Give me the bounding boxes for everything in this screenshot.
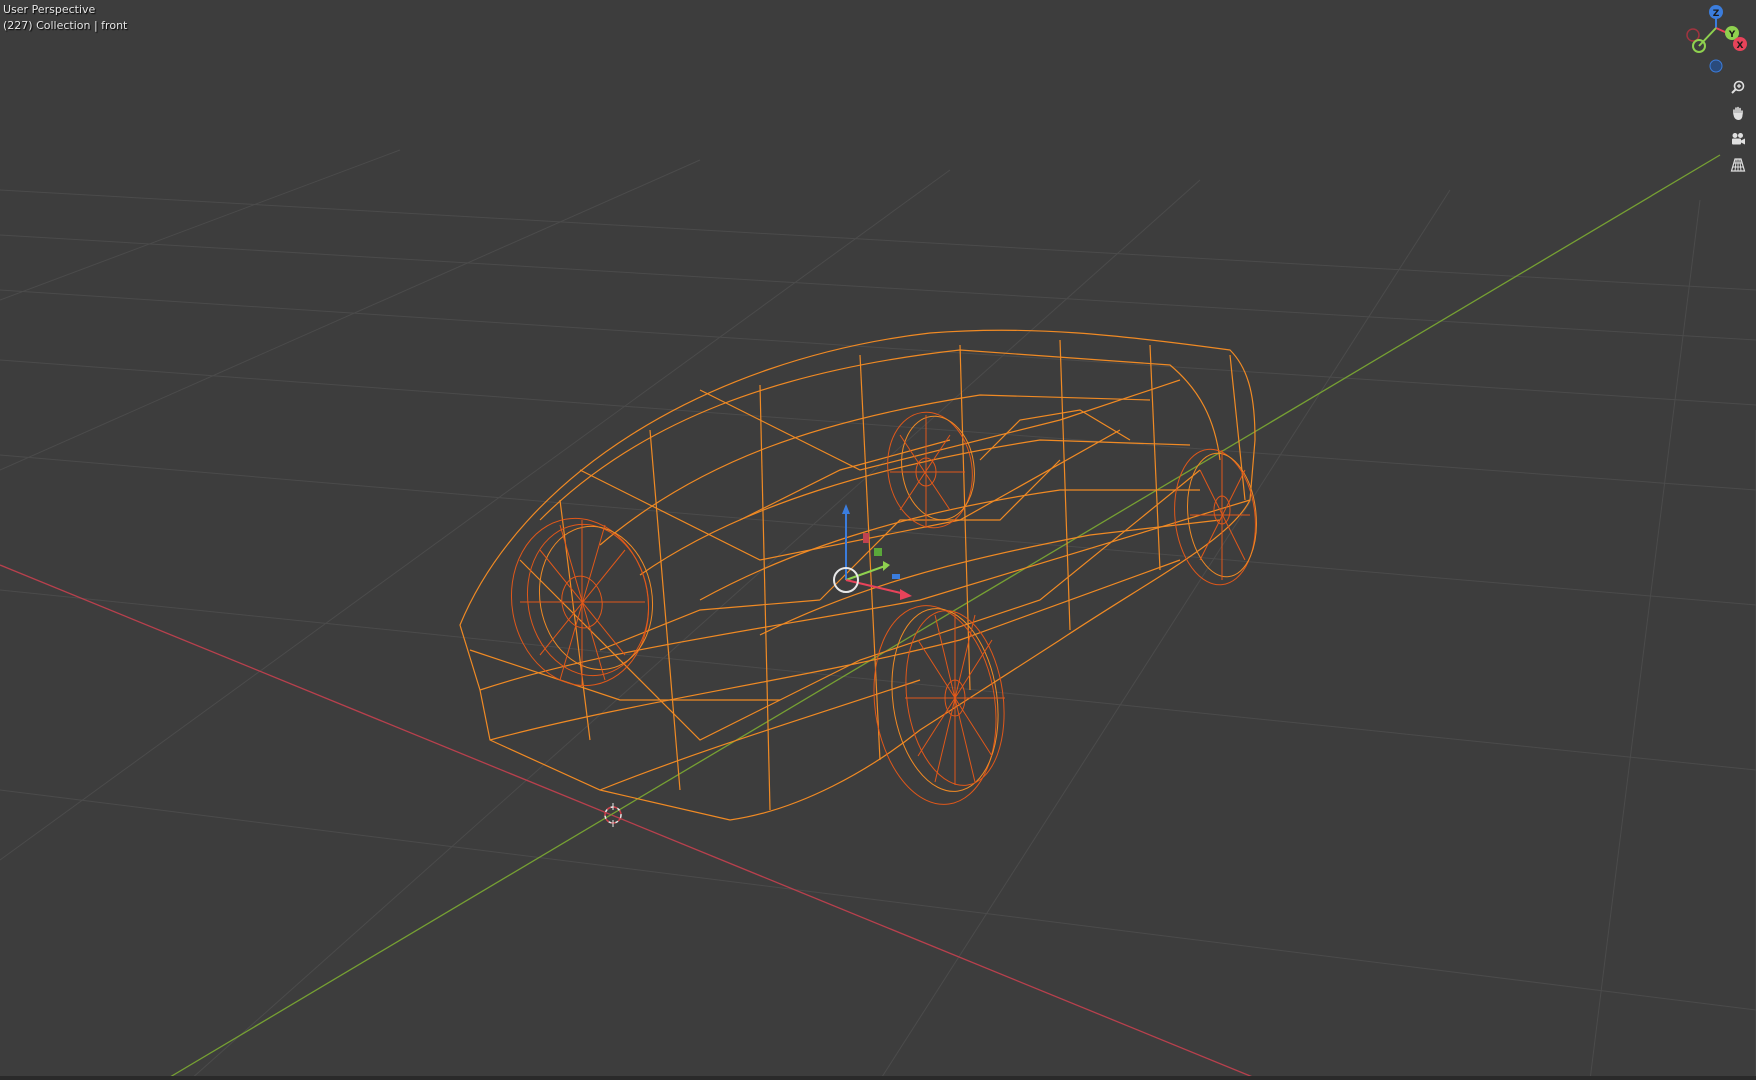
grid-perspective-icon	[1730, 158, 1746, 172]
wheel-front-right	[873, 605, 1005, 805]
collection-info-label: (227) Collection | front	[3, 19, 128, 32]
viewport-bottom-edge	[0, 1076, 1756, 1080]
viewport-scene[interactable]	[0, 0, 1756, 1080]
zoom-button[interactable]	[1725, 74, 1751, 100]
floor-grid	[0, 149, 1756, 1080]
view-name-label: User Perspective	[3, 3, 96, 16]
camera-icon	[1732, 133, 1745, 145]
x-axis-line	[0, 564, 1261, 1080]
wheel-rear-right	[1174, 448, 1257, 586]
gizmo-z-label: Z	[1713, 9, 1720, 19]
perspective-toggle-button[interactable]	[1725, 152, 1751, 178]
pan-hand-icon	[1733, 106, 1743, 120]
gizmo-x-label: X	[1737, 41, 1744, 51]
gizmo-y-label: Y	[1728, 30, 1736, 40]
gizmo-neg-x-axis[interactable]	[1686, 28, 1700, 42]
transform-gizmo[interactable]	[833, 504, 912, 600]
pan-button[interactable]	[1725, 100, 1751, 126]
camera-view-button[interactable]	[1725, 126, 1751, 152]
3d-viewport[interactable]: User Perspective (227) Collection | fron…	[0, 0, 1756, 1080]
zoom-icon	[1731, 80, 1745, 94]
gizmo-neg-z-axis[interactable]	[1709, 59, 1723, 73]
navigation-axis-gizmo[interactable]: Z Y X	[1680, 0, 1756, 76]
